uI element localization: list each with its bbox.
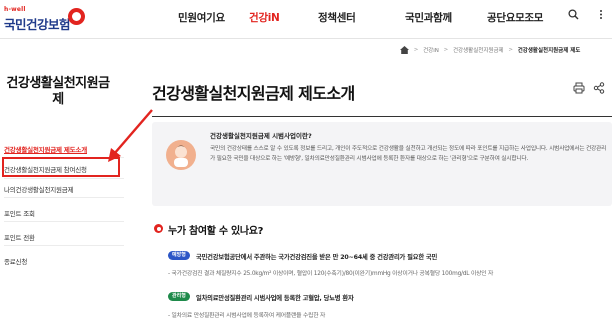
print-icon[interactable] — [573, 82, 586, 95]
eligibility-item-desc: - 일차의료 만성질환관리 시범사업에 등록하여 케어플랜을 수립한 자 — [168, 313, 326, 319]
page-tools — [565, 82, 612, 96]
badge-prevention: 예방형 — [168, 251, 190, 260]
section-title: 누가 참여할 수 있나요? — [168, 226, 264, 237]
badge-management: 관리형 — [168, 292, 190, 301]
nav-item-about[interactable]: 공단요모조모 — [487, 10, 543, 25]
eligibility-item-title: 일차의료만성질환관리 시범사업에 등록한 고혈압, 당뇨병 환자 — [196, 295, 354, 302]
sidebar-divider — [4, 178, 124, 179]
site-header: h-well 국민건강보험 민원여기요 건강iN 정책센터 국민과함께 공단요모… — [0, 0, 612, 38]
eligibility-item-desc: - 국가건강검진 결과 체질량지수 25.0kg/m² 이상이며, 혈압이 12… — [168, 271, 494, 277]
sidebar-divider — [4, 245, 124, 246]
breadcrumb-item[interactable]: 건강생활실천지원금제 — [453, 46, 504, 54]
menu-icon[interactable] — [596, 9, 606, 23]
breadcrumb-item[interactable]: 건강iN — [423, 46, 439, 54]
breadcrumb-current: 건강생활실천지원금제 제도 — [517, 48, 581, 54]
eligibility-item-title: 국민건강보험공단에서 주관하는 국가건강검진을 받은 만 20~64세 중 건강… — [196, 254, 438, 261]
sidebar-item-intro[interactable]: 건강생활실천지원금제 제도소개 — [4, 144, 87, 154]
intro-box: 건강생활실천지원금제 시범사업이란? 국민의 건강상태를 스스로 알 수 있도록… — [152, 122, 612, 206]
nav-item-policy[interactable]: 정책센터 — [318, 10, 356, 25]
sidebar-item-point-convert[interactable]: 포인트 전환 — [4, 232, 35, 242]
breadcrumb-separator-icon: > — [508, 47, 513, 53]
avatar-illustration-icon — [166, 140, 196, 170]
page-title: 건강생활실천지원금제 제도소개 — [152, 84, 355, 103]
location-pin-icon — [154, 224, 163, 233]
intro-text: 국민의 건강상태를 스스로 알 수 있도록 정보를 드리고, 개인이 주도적으로… — [210, 146, 607, 162]
sidebar-item-my-program[interactable]: 나의건강생활실천지원금제 — [4, 184, 74, 194]
share-icon[interactable] — [593, 82, 606, 95]
breadcrumb-separator-icon: > — [413, 47, 419, 53]
sidebar-divider — [4, 197, 124, 198]
nav-item-health-in[interactable]: 건강iN — [249, 10, 280, 25]
search-icon[interactable] — [568, 9, 579, 23]
annotation-arrow-icon — [108, 109, 153, 162]
title-divider — [152, 116, 612, 117]
intro-heading: 건강생활실천지원금제 시범사업이란? — [210, 132, 312, 140]
breadcrumb-separator-icon: > — [443, 47, 449, 53]
home-icon[interactable] — [400, 46, 409, 54]
sidebar-divider — [4, 221, 124, 222]
breadcrumb: > 건강iN > 건강생활실천지원금제 > 건강생활실천지원금제 제도 — [400, 46, 612, 58]
sidebar-title: 건강생활실천지원금제 — [6, 76, 110, 107]
nav-item-civil[interactable]: 민원여기요 — [178, 10, 225, 25]
sidebar-item-point-inquiry[interactable]: 포인트 조회 — [4, 208, 35, 218]
global-nav: 민원여기요 건강iN 정책센터 국민과함께 공단요모조모 — [0, 10, 612, 28]
nav-item-together[interactable]: 국민과함께 — [405, 10, 452, 25]
sidebar-item-terminate[interactable]: 종료신청 — [4, 256, 27, 266]
header-divider — [0, 38, 612, 39]
